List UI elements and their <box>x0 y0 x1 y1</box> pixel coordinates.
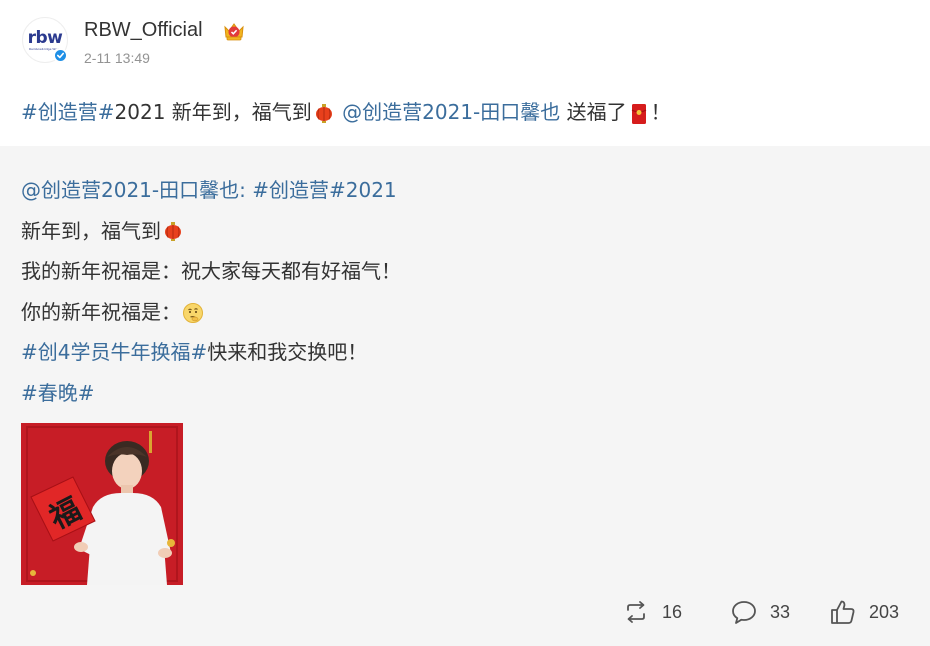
post-text-segment: ！ <box>650 100 671 124</box>
like-icon <box>831 600 855 624</box>
action-bar: 16 33 203 <box>0 594 930 634</box>
repost-line: #春晚# <box>21 373 401 414</box>
hashtag-link[interactable]: #创造营# <box>252 178 346 202</box>
repost-text: @创造营2021-田口馨也: #创造营#2021 新年到，福气到 我的新年祝福是… <box>21 170 401 413</box>
hashtag-link[interactable]: #创4学员牛年换福# <box>21 340 207 364</box>
repost-icon <box>627 601 645 623</box>
comment-count: 33 <box>770 601 791 622</box>
comment-button[interactable]: 33 <box>730 594 790 630</box>
avatar-logo-text: rbw <box>27 27 63 48</box>
repost-line: 我的新年祝福是：祝大家每天都有好福气！ <box>21 251 401 292</box>
repost-text-segment: 你的新年祝福是： <box>21 299 181 324</box>
lantern-emoji-icon <box>315 103 332 123</box>
repost-text-segment: 我的新年祝福是：祝大家每天都有好福气！ <box>21 259 401 283</box>
repost-count: 16 <box>662 601 683 622</box>
like-count: 203 <box>869 601 900 622</box>
weibo-post: rbw Rainbowbridge World RBW_Official 2-1… <box>0 0 930 646</box>
repost-button[interactable]: 16 <box>622 594 682 630</box>
repost-line: #创4学员牛年换福#快来和我交换吧！ <box>21 332 401 373</box>
thinking-emoji-icon <box>183 303 203 323</box>
hashtag-link[interactable]: #创造营# <box>21 100 115 124</box>
hashtag-link[interactable]: #春晚# <box>21 381 95 405</box>
repost-text-segment: 快来和我交换吧！ <box>207 340 368 364</box>
lantern-emoji-icon <box>165 222 181 241</box>
post-header: rbw Rainbowbridge World RBW_Official 2-1… <box>0 0 930 80</box>
like-button[interactable]: 203 <box>829 594 899 630</box>
repost-image[interactable]: 福 <box>21 423 183 585</box>
crown-badge-icon[interactable] <box>222 20 246 42</box>
post-timestamp[interactable]: 2-11 13:49 <box>84 50 150 66</box>
mention-link[interactable]: @创造营2021-田口馨也 <box>342 100 560 124</box>
repost-colon: : <box>239 178 253 202</box>
comment-icon <box>732 601 756 624</box>
repost-text-segment: 2021 <box>345 178 397 202</box>
username[interactable]: RBW_Official <box>84 19 203 42</box>
post-text: #创造营#2021 新年到，福气到 @创造营2021-田口馨也 送福了 ！ <box>21 97 671 127</box>
repost-line: 你的新年祝福是： <box>21 292 401 333</box>
repost-text-segment: 新年到，福气到 <box>21 218 161 243</box>
post-text-segment: 2021 新年到，福气到 <box>114 100 312 124</box>
repost-line: @创造营2021-田口馨也: #创造营#2021 <box>21 170 401 211</box>
red-envelope-emoji-icon <box>631 103 646 124</box>
mention-link[interactable]: @创造营2021-田口馨也 <box>21 178 239 202</box>
repost-line: 新年到，福气到 <box>21 211 401 252</box>
verified-icon <box>53 48 68 63</box>
repost-card[interactable]: @创造营2021-田口馨也: #创造营#2021 新年到，福气到 我的新年祝福是… <box>0 146 930 646</box>
post-text-segment: 送福了 <box>560 100 627 124</box>
